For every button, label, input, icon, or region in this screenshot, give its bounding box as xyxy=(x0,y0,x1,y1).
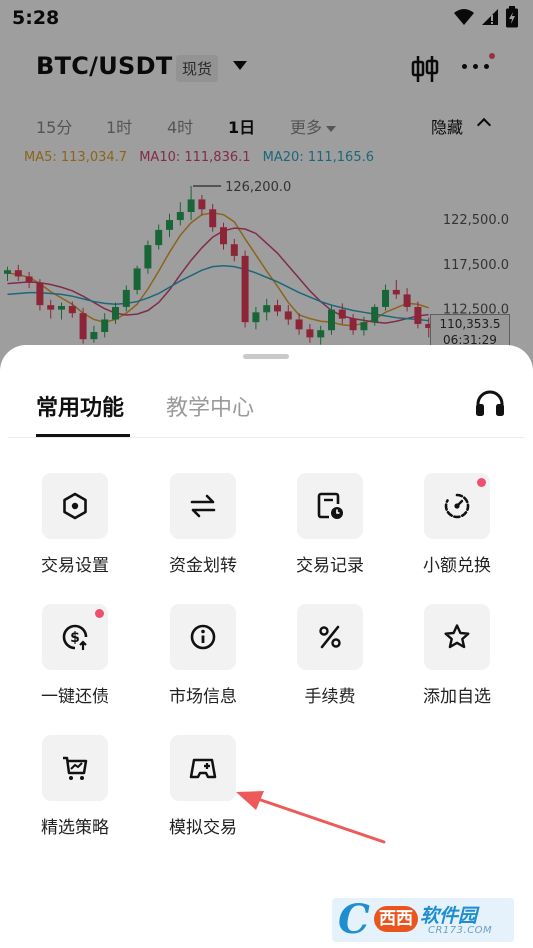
tab-divider xyxy=(8,437,525,438)
sheet-drag-handle[interactable] xyxy=(243,354,289,359)
item-label: 精选策略 xyxy=(41,818,109,838)
gamepad-icon xyxy=(189,758,217,779)
item-label: 一键还债 xyxy=(41,687,109,707)
item-icon-box xyxy=(424,604,490,670)
grid-item-one-click-repay[interactable]: $ 一键还债 xyxy=(20,604,130,707)
tab-common-functions[interactable]: 常用功能 xyxy=(36,390,124,422)
item-label: 手续费 xyxy=(304,687,356,707)
transfer-arrows-icon xyxy=(190,494,216,518)
item-label: 交易设置 xyxy=(41,556,109,576)
item-icon-box xyxy=(297,473,363,539)
hexagon-settings-icon xyxy=(63,492,87,520)
record-clock-icon xyxy=(317,492,343,519)
grid-item-market-info[interactable]: 市场信息 xyxy=(148,604,258,707)
item-label: 交易记录 xyxy=(296,556,364,576)
percent-icon xyxy=(319,625,341,649)
watermark-badge: 西西 xyxy=(374,906,418,932)
item-icon-box xyxy=(170,473,236,539)
grid-item-fees[interactable]: 手续费 xyxy=(275,604,385,707)
strategy-cart-icon xyxy=(63,756,88,780)
watermark-title: 软件园 xyxy=(420,905,478,927)
item-icon-box xyxy=(42,473,108,539)
info-icon xyxy=(190,624,216,650)
item-icon-box xyxy=(424,473,490,539)
item-label: 市场信息 xyxy=(169,687,237,707)
notification-badge xyxy=(477,478,486,487)
item-icon-box xyxy=(170,604,236,670)
star-icon xyxy=(444,624,470,649)
grid-item-fund-transfer[interactable]: 资金划转 xyxy=(148,473,258,576)
grid-item-add-watchlist[interactable]: 添加自选 xyxy=(402,604,512,707)
item-icon-box xyxy=(297,604,363,670)
grid-item-selected-strategies[interactable]: 精选策略 xyxy=(20,735,130,838)
svg-text:$: $ xyxy=(70,630,80,646)
item-label: 小额兑换 xyxy=(423,556,491,576)
item-label: 添加自选 xyxy=(423,687,491,707)
dollar-repay-icon: $ xyxy=(62,624,88,650)
dial-convert-icon xyxy=(444,493,470,519)
tab-teaching-center[interactable]: 教学中心 xyxy=(166,390,254,422)
watermark-logo-icon: C xyxy=(338,896,370,943)
item-icon-box xyxy=(42,735,108,801)
grid-item-small-convert[interactable]: 小额兑换 xyxy=(402,473,512,576)
grid-item-trade-settings[interactable]: 交易设置 xyxy=(20,473,130,576)
headset-icon[interactable] xyxy=(474,389,506,419)
item-icon-box: $ xyxy=(42,604,108,670)
item-icon-box xyxy=(170,735,236,801)
site-watermark: C 西西 软件园 CR173.COM xyxy=(332,896,514,943)
function-bottom-sheet: 常用功能 教学中心 交易设置 资金划转 交易记录 小额兑换 $ 一键还债 市场信… xyxy=(0,345,533,948)
item-label: 资金划转 xyxy=(169,556,237,576)
watermark-url: CR173.COM xyxy=(428,925,493,936)
annotation-arrow xyxy=(236,791,386,844)
notification-badge xyxy=(95,609,104,618)
grid-item-trade-records[interactable]: 交易记录 xyxy=(275,473,385,576)
